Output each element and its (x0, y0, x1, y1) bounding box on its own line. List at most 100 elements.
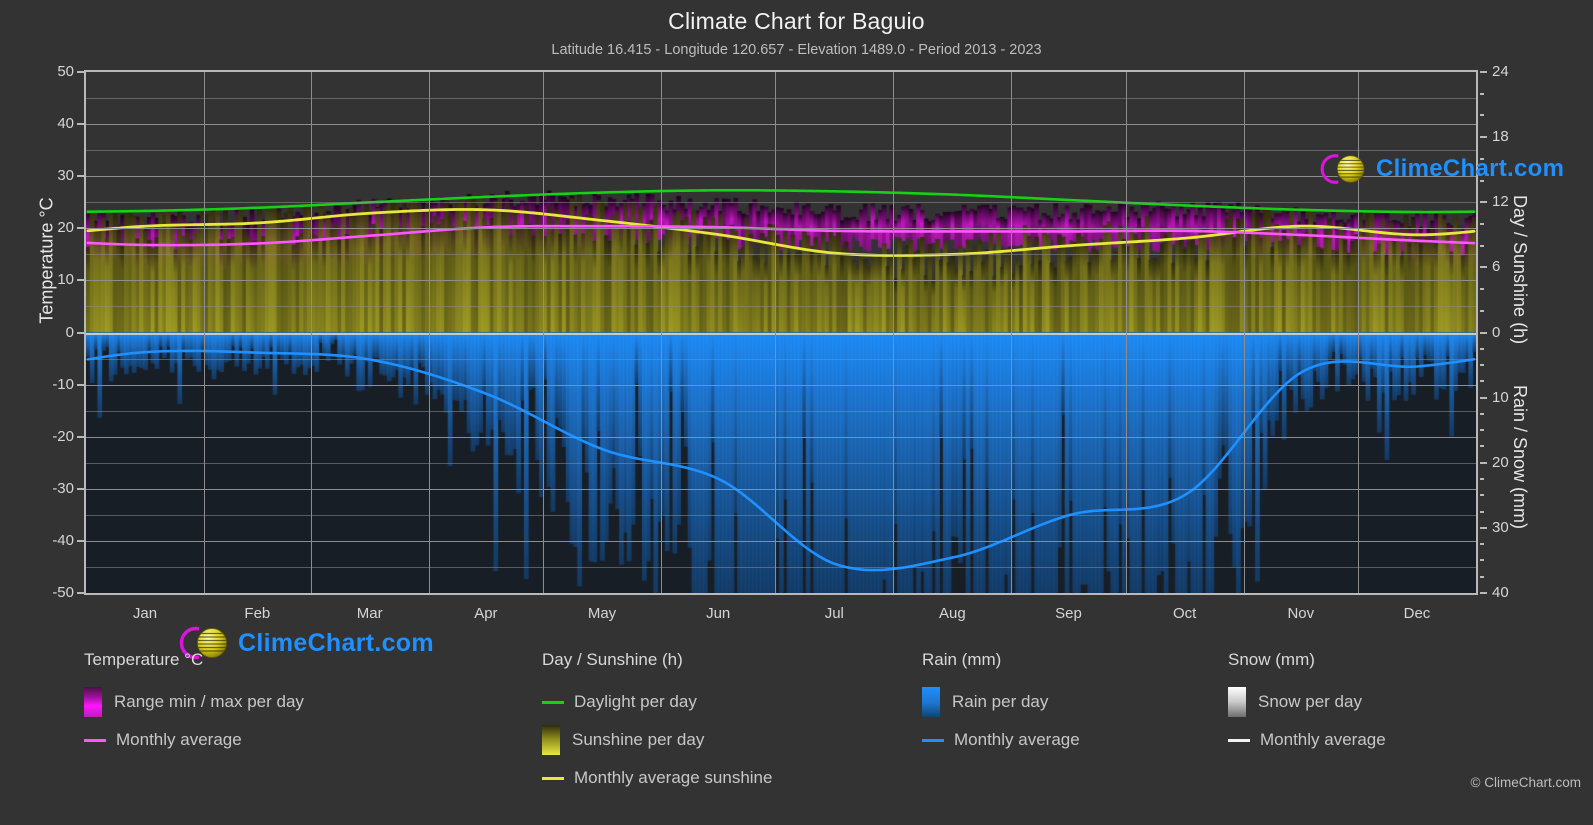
legend-item[interactable]: Daylight per day (542, 683, 772, 721)
legend-title-day-sunshine: Day / Sunshine (h) (542, 650, 683, 669)
y-axis-right-tickmark-minor (1480, 222, 1484, 225)
legend-item-label: Range min / max per day (114, 692, 304, 711)
legend-column-temperature: Temperature °C Range min / max per day Mon… (84, 650, 304, 759)
x-axis-tick-dec: Dec (1403, 605, 1431, 622)
legend-item-label: Monthly average (954, 730, 1080, 749)
legend-column-rain: Rain (mm) Rain per day Monthly average (922, 650, 1080, 759)
gridline-vertical (893, 70, 895, 595)
y-axis-right-hours-tick: 24 (1492, 63, 1509, 80)
y-axis-left-tickmark (77, 123, 84, 126)
y-axis-right-tickmark-minor (1480, 494, 1484, 497)
y-axis-right-rain-tick: 30 (1492, 518, 1509, 536)
y-axis-right-tickmark (1480, 266, 1487, 269)
gridline-horizontal (84, 436, 1478, 438)
y-axis-right-tickmark-minor (1480, 244, 1484, 247)
legend-column-snow: Snow (mm) Snow per day Monthly average (1228, 650, 1386, 759)
legend-item-label: Daylight per day (574, 692, 697, 711)
x-axis-tick-sep: Sep (1055, 605, 1082, 622)
y-axis-right-tickmark-minor (1480, 445, 1484, 448)
legend-item-label: Monthly average (116, 730, 242, 749)
daylight-line (86, 188, 1476, 214)
y-axis-right-hours-tick: 12 (1492, 193, 1509, 211)
legend-line-icon (542, 776, 564, 780)
gridline-horizontal-minor (84, 566, 1478, 568)
legend-item-label: Monthly average (1260, 730, 1386, 749)
plot-frame-bottom (84, 593, 1478, 595)
y-axis-left-tickmark (77, 592, 84, 594)
y-axis-right-tickmark-minor (1480, 347, 1484, 350)
plot-frame-top (84, 70, 1478, 72)
gridline-vertical (204, 70, 206, 595)
legend-item-label: Monthly average sunshine (574, 768, 773, 787)
y-axis-left-tick: 50 (57, 63, 74, 80)
y-axis-right-tickmark (1480, 526, 1487, 529)
legend-swatch-icon (84, 687, 102, 717)
y-axis-right-tickmark-minor (1480, 157, 1484, 160)
plot-frame-right (1476, 70, 1478, 595)
legend-item[interactable]: Monthly average (922, 721, 1080, 759)
gridline-horizontal (84, 176, 1478, 178)
y-axis-right-tickmark-minor (1480, 380, 1484, 383)
y-axis-left-tickmark (77, 539, 84, 542)
legend-item-label: Rain per day (952, 692, 1049, 711)
gridline-horizontal-minor (84, 98, 1478, 100)
gridline-horizontal-minor (84, 254, 1478, 256)
y-axis-left-tick: -30 (52, 479, 74, 497)
y-axis-right-tickmark-minor (1480, 543, 1484, 546)
x-axis-tick-jul: Jul (824, 605, 844, 622)
gridline-vertical (542, 70, 544, 595)
gridline-vertical (310, 70, 312, 595)
y-axis-left-tickmark (77, 487, 84, 490)
y-axis-right-tickmark (1480, 201, 1487, 204)
y-axis-left-tick: -50 (52, 584, 74, 601)
x-axis-tick-apr: Apr (474, 605, 498, 622)
y-axis-left-tickmark (77, 279, 84, 282)
y-axis-left-tick: -20 (52, 427, 74, 445)
gridline-vertical (1357, 70, 1359, 595)
gridline-horizontal-minor (84, 358, 1478, 360)
gridline-horizontal-minor (84, 306, 1478, 308)
y-axis-right-tickmark (1480, 71, 1487, 73)
legend-item[interactable]: Rain per day (922, 683, 1080, 721)
legend-item[interactable]: Monthly average (84, 721, 304, 759)
legend-item[interactable]: Range min / max per day (84, 683, 304, 721)
x-axis-tick-jan: Jan (132, 605, 158, 622)
chart-legend: Temperature °C Range min / max per day Mon… (0, 650, 1593, 800)
y-axis-left-tick: 30 (57, 167, 74, 185)
legend-item-label: Snow per day (1258, 692, 1362, 711)
gridline-horizontal (84, 384, 1478, 386)
y-axis-right-tickmark-minor (1480, 179, 1484, 182)
y-axis-right-rain-tick: 10 (1492, 388, 1509, 406)
y-axis-left-tick: -40 (52, 531, 74, 549)
gridline-horizontal (84, 124, 1478, 126)
legend-line-icon (1228, 738, 1250, 742)
legend-swatch-icon (1228, 687, 1246, 717)
y-axis-left-tickmark (77, 71, 84, 73)
legend-item[interactable]: Snow per day (1228, 683, 1386, 721)
watermark-text: ClimeChart.com (1376, 155, 1565, 182)
y-axis-right-tickmark (1480, 331, 1487, 334)
gridline-vertical (775, 70, 777, 595)
y-axis-right-rain-tick: 20 (1492, 453, 1509, 471)
y-axis-left-tick: 10 (57, 271, 74, 289)
gridline-horizontal (84, 280, 1478, 282)
y-axis-right-rain-tick: 40 (1492, 584, 1509, 601)
x-axis-tick-may: May (587, 605, 617, 622)
y-axis-left-tickmark (77, 435, 84, 438)
gridline-vertical (428, 70, 430, 595)
gridline-vertical (1011, 70, 1013, 595)
gridline-horizontal (84, 228, 1478, 230)
page-subtitle: Latitude 16.415 - Longitude 120.657 - El… (551, 42, 1042, 58)
legend-title-snow: Snow (mm) (1228, 650, 1315, 669)
gridline-horizontal-minor (84, 514, 1478, 516)
x-axis-tick-feb: Feb (244, 605, 271, 622)
legend-item[interactable]: Monthly average (1228, 721, 1386, 759)
y-axis-left-tick: 0 (65, 323, 74, 341)
climate-chart-page: Climate Chart for Baguio Latitude 16.415… (0, 0, 1593, 825)
legend-item[interactable]: Sunshine per day (542, 721, 772, 759)
y-axis-right-tickmark-minor (1480, 288, 1484, 291)
legend-item[interactable]: Monthly average sunshine (542, 759, 772, 797)
legend-line-icon (542, 700, 564, 704)
gridline-horizontal (84, 540, 1478, 542)
copyright-notice: © ClimeChart.com (1470, 775, 1581, 790)
